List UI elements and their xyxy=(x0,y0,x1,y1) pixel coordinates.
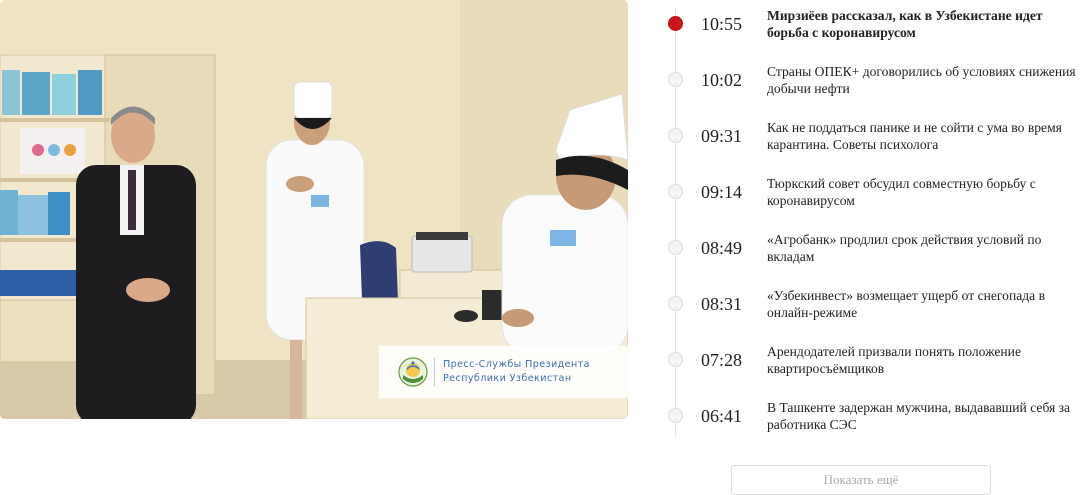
credit-divider xyxy=(434,358,435,386)
timeline-dot xyxy=(668,72,683,87)
news-item[interactable]: 10:02 Страны ОПЕК+ договорились об услов… xyxy=(660,56,1083,112)
news-item[interactable]: 08:49 «Агробанк» продлил срок действия у… xyxy=(660,224,1083,280)
news-headline[interactable]: Арендодателей призвали понять положение … xyxy=(767,343,1083,377)
news-item[interactable]: 09:14 Тюркский совет обсудил совместную … xyxy=(660,168,1083,224)
credit-line-1: Пресс-Службы Президента xyxy=(443,359,590,370)
uzbekistan-emblem-icon xyxy=(398,357,428,387)
timeline-dot xyxy=(668,128,683,143)
timeline-dot-active xyxy=(668,16,683,31)
timeline-dot xyxy=(668,352,683,367)
news-headline[interactable]: Мирзиёев рассказал, как в Узбекистане ид… xyxy=(767,7,1083,41)
news-time: 07:28 xyxy=(701,350,743,370)
news-time: 08:49 xyxy=(701,238,743,258)
news-time: 06:41 xyxy=(701,406,743,426)
photo-credit: Пресс-Службы Президента Республики Узбек… xyxy=(379,346,628,398)
news-headline[interactable]: «Агробанк» продлил срок действия условий… xyxy=(767,231,1083,265)
news-item[interactable]: 10:55 Мирзиёев рассказал, как в Узбекист… xyxy=(660,0,1083,56)
news-headline[interactable]: Как не поддаться панике и не сойти с ума… xyxy=(767,119,1083,153)
timeline-dot xyxy=(668,296,683,311)
news-item[interactable]: 08:31 «Узбекинвест» возмещает ущерб от с… xyxy=(660,280,1083,336)
news-item[interactable]: 07:28 Арендодателей призвали понять поло… xyxy=(660,336,1083,392)
news-time: 08:31 xyxy=(701,294,743,314)
news-time: 09:14 xyxy=(701,182,743,202)
news-time: 09:31 xyxy=(701,126,743,146)
credit-line-2: Республики Узбекистан xyxy=(443,373,572,384)
news-photo[interactable]: Пресс-Службы Президента Республики Узбек… xyxy=(0,0,628,419)
news-time: 10:55 xyxy=(701,14,743,34)
timeline-dot xyxy=(668,240,683,255)
news-headline[interactable]: В Ташкенте задержан мужчина, выдававший … xyxy=(767,399,1083,433)
credit-text: Пресс-Службы Президента Республики Узбек… xyxy=(443,358,590,386)
news-timeline: 10:55 Мирзиёев рассказал, как в Узбекист… xyxy=(660,0,1083,450)
timeline-dot xyxy=(668,184,683,199)
timeline-dot xyxy=(668,408,683,423)
news-time: 10:02 xyxy=(701,70,743,90)
news-headline[interactable]: Страны ОПЕК+ договорились об условиях сн… xyxy=(767,63,1083,97)
news-item[interactable]: 09:31 Как не поддаться панике и не сойти… xyxy=(660,112,1083,168)
news-item[interactable]: 06:41 В Ташкенте задержан мужчина, выдав… xyxy=(660,392,1083,448)
show-more-button[interactable]: Показать ещё xyxy=(731,465,991,495)
news-headline[interactable]: Тюркский совет обсудил совместную борьбу… xyxy=(767,175,1083,209)
news-headline[interactable]: «Узбекинвест» возмещает ущерб от снегопа… xyxy=(767,287,1083,321)
